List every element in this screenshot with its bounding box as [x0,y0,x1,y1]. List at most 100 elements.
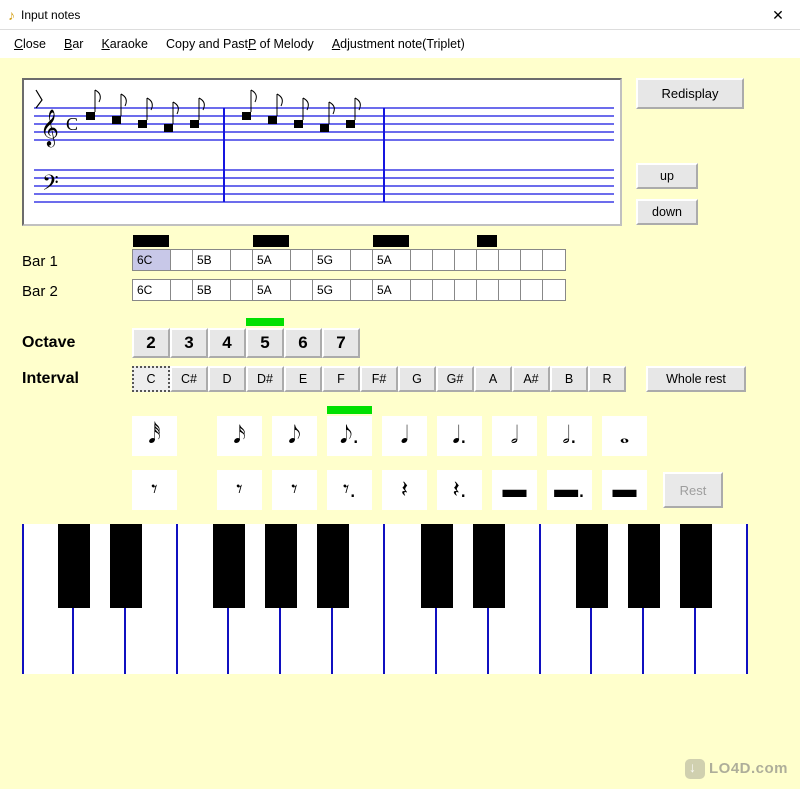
duration-selected-marker [327,406,372,414]
down-button[interactable]: down [636,199,698,225]
bar-cell[interactable]: 5A [253,280,291,300]
piano-keyboard[interactable] [22,524,748,674]
bar-cell[interactable]: 6C [133,250,171,270]
black-key[interactable] [576,524,608,608]
bar-cell[interactable]: 5B [193,250,231,270]
bar-cell[interactable] [477,250,499,270]
bar-cell[interactable] [433,280,455,300]
bar-cell[interactable] [291,250,313,270]
interval-buttons: CC#DD#EFF#GG#AA#BR [132,366,626,392]
black-key[interactable] [58,524,90,608]
bar-cell[interactable]: 5B [193,280,231,300]
interval-button-D[interactable]: D [208,366,246,392]
menu-bar[interactable]: Bar [64,37,83,51]
bar-cell[interactable]: 5A [373,280,411,300]
note-duration-button[interactable]: 𝅘𝅥𝅮 [272,416,317,456]
interval-button-Csharp[interactable]: C# [170,366,208,392]
black-key[interactable] [317,524,349,608]
black-key[interactable] [680,524,712,608]
menu-karaoke[interactable]: Karaoke [101,37,148,51]
whole-rest-button[interactable]: Whole rest [646,366,746,392]
bar1-track: 6C 5B 5A 5G 5A [132,249,566,273]
bar2-track: 6C 5B 5A 5G 5A [132,279,566,303]
bar-cell[interactable] [231,250,253,270]
bar-cell[interactable] [351,280,373,300]
bar-cell[interactable] [291,280,313,300]
note-duration-button[interactable]: 𝅗𝅥 [492,416,537,456]
interval-button-Asharp[interactable]: A# [512,366,550,392]
rest-duration-button[interactable]: ▬ [492,470,537,510]
bar-cell[interactable] [411,250,433,270]
staff-view[interactable]: 𝄞 𝄢 C [22,78,622,226]
bar-cell[interactable] [351,250,373,270]
bar-cell[interactable] [499,280,521,300]
bar-cell[interactable] [477,280,499,300]
interval-button-C[interactable]: C [132,366,170,392]
bar-cell[interactable] [231,280,253,300]
note-duration-button[interactable]: 𝅝 [602,416,647,456]
rest-duration-button[interactable]: 𝄾. [327,470,372,510]
interval-button-A[interactable]: A [474,366,512,392]
black-key[interactable] [421,524,453,608]
rest-duration-button[interactable]: 𝄽 [382,470,427,510]
bar-cell[interactable] [171,250,193,270]
interval-button-Fsharp[interactable]: F# [360,366,398,392]
bar-cell[interactable] [521,250,543,270]
menu-adjustment-note[interactable]: Adjustment note(Triplet) [332,37,465,51]
octave-button-7[interactable]: 7 [322,328,360,358]
bar-cell[interactable] [499,250,521,270]
note-duration-button[interactable]: 𝅘𝅥𝅯 [217,416,262,456]
rest-duration-button[interactable]: 𝄽. [437,470,482,510]
bar-cell[interactable]: 6C [133,280,171,300]
interval-button-B[interactable]: B [550,366,588,392]
octave-button-2[interactable]: 2 [132,328,170,358]
bar-cell[interactable] [455,250,477,270]
rest-button[interactable]: Rest [663,472,723,508]
bar-cell[interactable] [521,280,543,300]
interval-button-F[interactable]: F [322,366,360,392]
note-duration-button[interactable]: 𝅘𝅥𝅮. [327,416,372,456]
bar-cell[interactable]: 5A [373,250,411,270]
bar-cell[interactable] [543,280,565,300]
black-key[interactable] [628,524,660,608]
bar-cell[interactable] [543,250,565,270]
up-button[interactable]: up [636,163,698,189]
interval-button-R[interactable]: R [588,366,626,392]
octave-button-6[interactable]: 6 [284,328,322,358]
rest-duration-button[interactable]: ▬ [602,470,647,510]
bar-cell[interactable]: 5G [313,250,351,270]
rest-duration-button[interactable]: ▬. [547,470,592,510]
octave-button-3[interactable]: 3 [170,328,208,358]
octave-button-4[interactable]: 4 [208,328,246,358]
note-duration-button[interactable]: 𝅘𝅥𝅰 [132,416,177,456]
note-duration-button[interactable]: 𝅗𝅥. [547,416,592,456]
rest-duration-button[interactable]: 𝄾 [217,470,262,510]
note-duration-button[interactable]: 𝅘𝅥. [437,416,482,456]
interval-button-G[interactable]: G [398,366,436,392]
bar2-cells[interactable]: 6C 5B 5A 5G 5A [132,279,566,301]
redisplay-button[interactable]: Redisplay [636,78,744,109]
octave-button-5[interactable]: 5 [246,328,284,358]
interval-button-E[interactable]: E [284,366,322,392]
menu-copy-paste-melody[interactable]: Copy and PastP of Melody [166,37,314,51]
black-key[interactable] [213,524,245,608]
close-window-button[interactable]: ✕ [756,0,800,30]
bar-cell[interactable]: 5G [313,280,351,300]
bar-cell[interactable] [455,280,477,300]
black-key[interactable] [110,524,142,608]
bar1-cells[interactable]: 6C 5B 5A 5G 5A [132,249,566,271]
note-duration-button[interactable]: 𝅘𝅥 [382,416,427,456]
download-icon [685,759,705,779]
interval-button-Dsharp[interactable]: D# [246,366,284,392]
bar-cell[interactable] [171,280,193,300]
rest-duration-button[interactable]: 𝄾 [272,470,317,510]
bar-cell[interactable]: 5A [253,250,291,270]
rest-duration-button[interactable]: 𝄾 [132,470,177,510]
bar-cell[interactable] [411,280,433,300]
octave-label: Octave [22,334,132,352]
bar-cell[interactable] [433,250,455,270]
black-key[interactable] [265,524,297,608]
black-key[interactable] [473,524,505,608]
menu-close[interactable]: Close [14,37,46,51]
interval-button-Gsharp[interactable]: G# [436,366,474,392]
